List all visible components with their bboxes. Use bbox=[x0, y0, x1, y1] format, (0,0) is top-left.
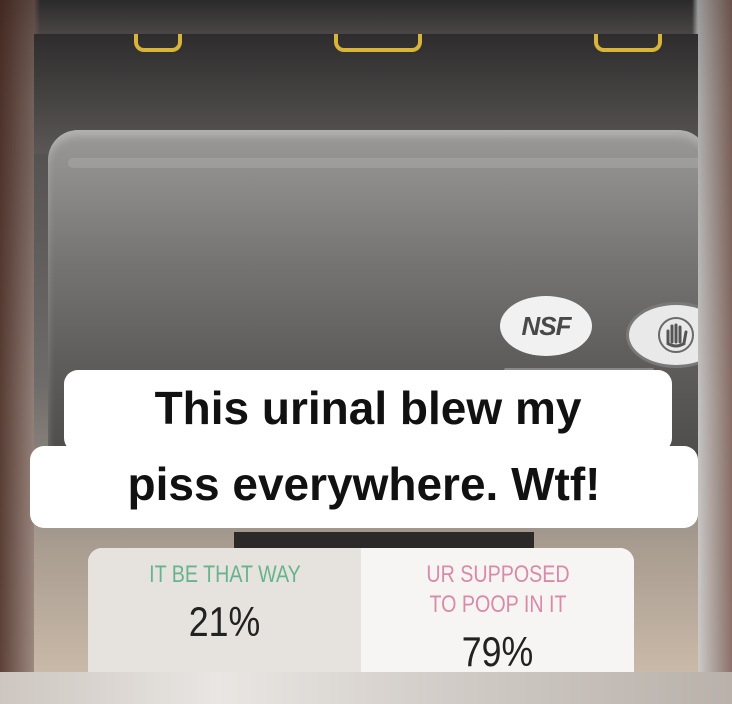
poll-option-percent: 21% bbox=[188, 598, 261, 645]
rail-handle bbox=[334, 34, 422, 52]
poll-option-label: IT BE THAT WAY bbox=[148, 561, 301, 588]
dryer-shadow bbox=[234, 532, 534, 548]
nsf-logo: NSF bbox=[500, 296, 592, 356]
dryer-rim bbox=[68, 158, 698, 168]
poll-option-it-be-that-way[interactable]: IT BE THAT WAY 21% bbox=[88, 548, 361, 672]
poll-sticker: IT BE THAT WAY 21% UR SUPPOSED TO POOP I… bbox=[88, 548, 634, 672]
nsf-logo-text: NSF bbox=[521, 310, 572, 341]
caption-line-1: This urinal blew my bbox=[64, 370, 672, 452]
poll-option-percent: 79% bbox=[461, 628, 534, 672]
hand-icon bbox=[658, 317, 694, 353]
rail-handle bbox=[594, 34, 662, 52]
rail-handle bbox=[134, 34, 182, 52]
caption-line-2: piss everywhere. Wtf! bbox=[30, 446, 698, 528]
poll-option-supposed-to-poop[interactable]: UR SUPPOSED TO POOP IN IT 79% bbox=[361, 548, 634, 672]
poll-option-label: UR SUPPOSED TO POOP IN IT bbox=[425, 561, 570, 618]
blurred-bottom bbox=[0, 672, 732, 704]
